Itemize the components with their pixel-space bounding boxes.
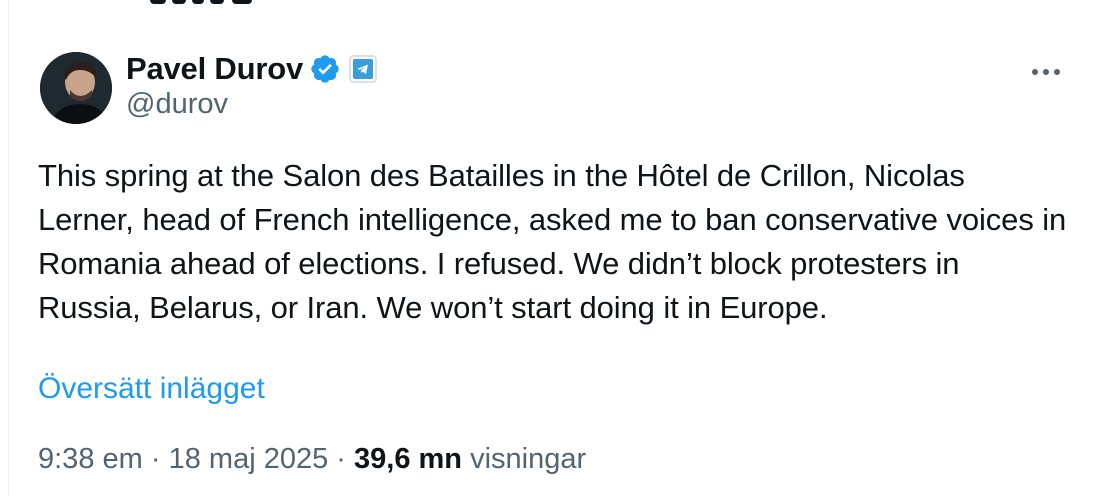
tweet-date[interactable]: 18 maj 2025 [169, 443, 329, 475]
translate-post-link[interactable]: Översätt inlägget [38, 372, 265, 406]
author-name-row: Pavel Durov [126, 50, 377, 88]
author-display-name[interactable]: Pavel Durov [126, 51, 303, 87]
tweet: Pavel Durov @durov This spring at the Sa… [0, 0, 1094, 496]
views-label[interactable]: visningar [470, 443, 586, 475]
author-handle[interactable]: @durov [126, 88, 228, 121]
tweet-text: This spring at the Salon des Batailles i… [38, 158, 1067, 325]
tweet-meta: 9:38 em · 18 maj 2025 · 39,6 mn visninga… [38, 443, 586, 476]
avatar[interactable] [40, 52, 112, 124]
telegram-icon[interactable] [349, 55, 377, 83]
more-options-button[interactable] [1024, 58, 1068, 86]
meta-separator: · [150, 443, 161, 475]
more-dot-icon [1054, 69, 1060, 75]
more-dot-icon [1032, 69, 1038, 75]
meta-separator: · [336, 443, 346, 475]
verified-checkmark-icon[interactable] [309, 53, 341, 85]
tweet-time[interactable]: 9:38 em [38, 443, 143, 475]
views-count[interactable]: 39,6 mn [354, 443, 462, 475]
more-dot-icon [1043, 69, 1049, 75]
